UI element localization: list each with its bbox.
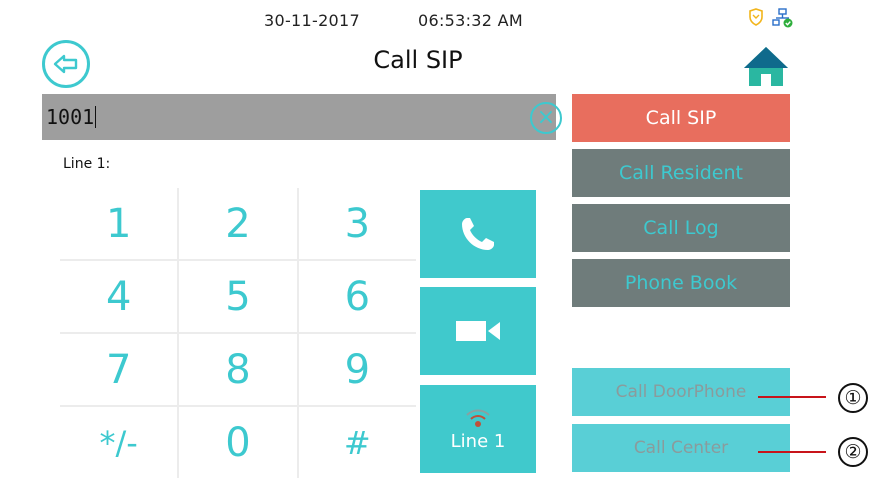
call-sip-screen: 30-11-2017 06:53:32 AM Call SIP 1001 × L…: [18, 0, 818, 483]
status-date: 30-11-2017: [264, 11, 360, 30]
video-call-button[interactable]: [420, 287, 536, 375]
phone-icon: [462, 218, 494, 250]
shield-icon: [749, 8, 763, 26]
page-title: Call SIP: [373, 46, 463, 74]
key-7[interactable]: 7: [60, 334, 178, 405]
key-6[interactable]: 6: [298, 261, 416, 332]
callout-line-2: [758, 451, 826, 453]
home-icon[interactable]: [740, 44, 792, 88]
key-1[interactable]: 1: [60, 188, 178, 259]
key-4[interactable]: 4: [60, 261, 178, 332]
network-icon: [772, 8, 793, 28]
callout-line-1: [758, 396, 826, 398]
key-0[interactable]: 0: [179, 407, 297, 478]
callout-number-2: ②: [838, 437, 868, 467]
dial-value: 1001: [46, 105, 95, 129]
line-select-button[interactable]: Line 1: [420, 385, 536, 473]
menu-call-resident[interactable]: Call Resident: [572, 149, 790, 197]
audio-call-button[interactable]: [420, 190, 536, 278]
menu-call-center[interactable]: Call Center: [572, 424, 790, 472]
status-bar: 30-11-2017 06:53:32 AM: [18, 0, 818, 40]
key-hash[interactable]: #: [298, 407, 416, 478]
menu-call-sip[interactable]: Call SIP: [572, 94, 790, 142]
video-camera-icon: [456, 321, 500, 341]
line-signal-icon: [466, 409, 490, 427]
menu-phone-book[interactable]: Phone Book: [572, 259, 790, 307]
text-caret: [95, 106, 97, 128]
dial-input[interactable]: 1001 ×: [42, 94, 562, 140]
key-8[interactable]: 8: [179, 334, 297, 405]
callout-number-1: ①: [838, 383, 868, 413]
clear-button[interactable]: ×: [530, 102, 562, 134]
status-time: 06:53:32 AM: [418, 11, 523, 30]
clear-icon: ×: [536, 105, 556, 130]
menu-call-doorphone[interactable]: Call DoorPhone: [572, 368, 790, 416]
line-select-label: Line 1: [450, 430, 506, 452]
key-3[interactable]: 3: [298, 188, 416, 259]
key-star-slash-dash[interactable]: */-: [60, 407, 178, 478]
keypad: 1 2 3 4 5 6 7 8 9 */- 0 #: [60, 188, 416, 478]
key-2[interactable]: 2: [179, 188, 297, 259]
key-5[interactable]: 5: [179, 261, 297, 332]
key-9[interactable]: 9: [298, 334, 416, 405]
menu-call-log[interactable]: Call Log: [572, 204, 790, 252]
line-label: Line 1:: [63, 156, 111, 172]
